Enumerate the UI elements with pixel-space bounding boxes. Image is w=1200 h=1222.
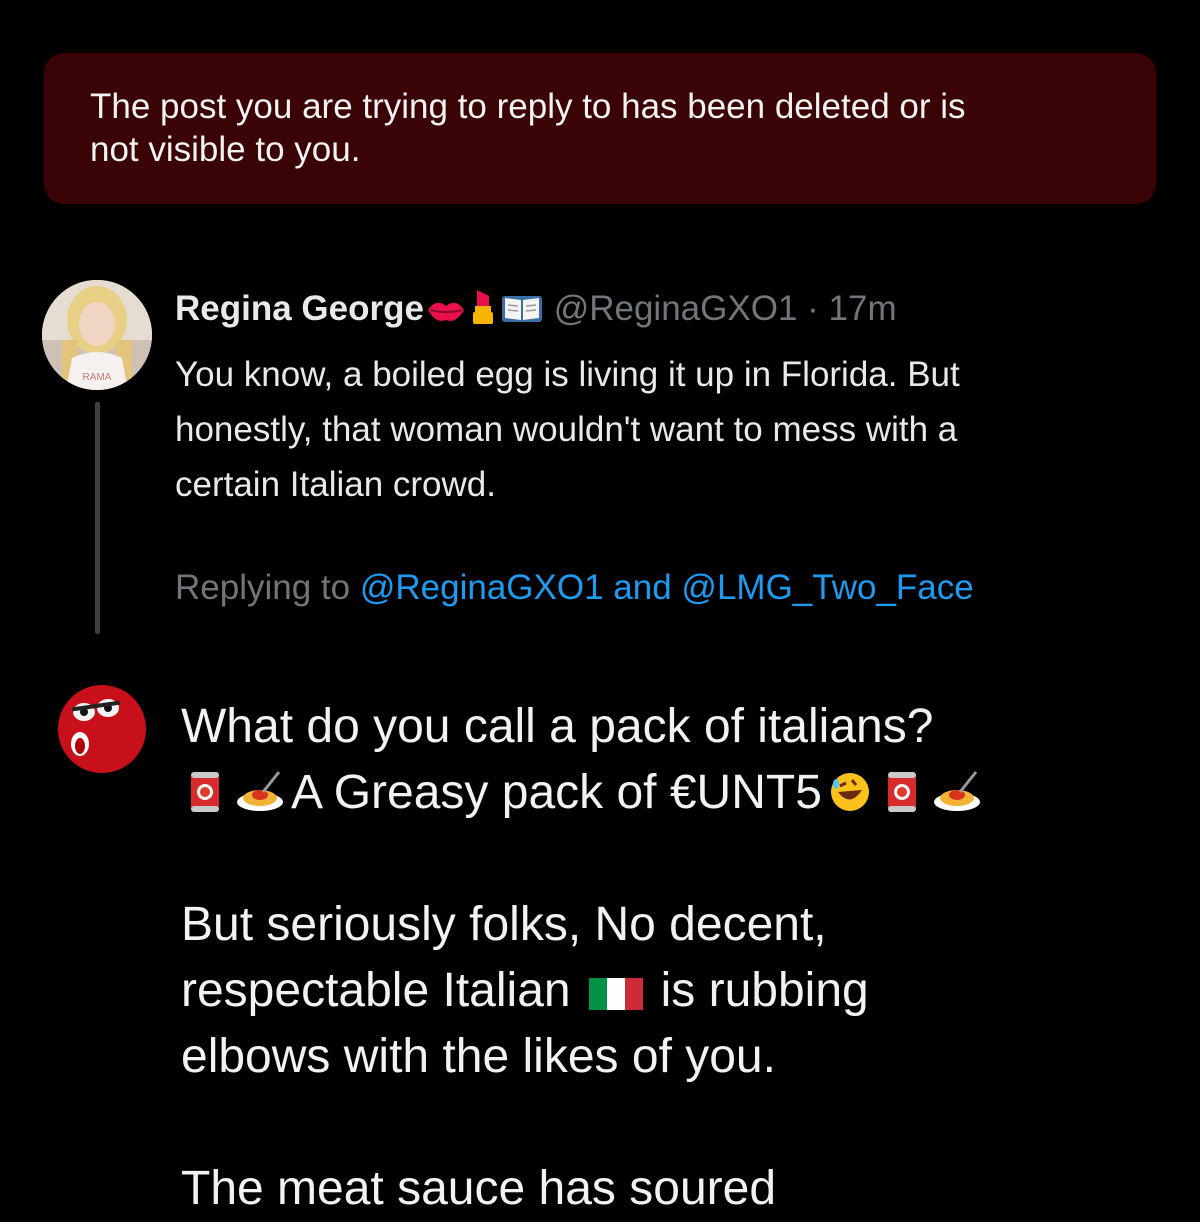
canned-food-icon bbox=[884, 766, 920, 832]
post-header: Regina George @ReginaGXO1 · 17m bbox=[175, 286, 1165, 337]
rolling-laughing-icon bbox=[828, 766, 872, 832]
user-avatar[interactable] bbox=[50, 674, 150, 774]
reply-line-2: A Greasy pack of €UNT5 bbox=[181, 760, 1161, 826]
thread-line bbox=[95, 402, 100, 634]
parent-post-body: Regina George @ReginaGXO1 · 17m You know… bbox=[175, 286, 1165, 610]
error-message: The post you are trying to reply to has … bbox=[90, 85, 1110, 171]
post-text-line: honestly, that woman wouldn't want to me… bbox=[175, 410, 958, 449]
error-banner: The post you are trying to reply to has … bbox=[44, 53, 1156, 204]
regina-avatar[interactable]: RAMA bbox=[42, 280, 152, 390]
post-text-line: certain Italian crowd. bbox=[175, 465, 496, 504]
replying-label: Replying to bbox=[175, 568, 351, 607]
post-text-line: You know, a boiled egg is living it up i… bbox=[175, 355, 960, 394]
mention-link-regina[interactable]: @ReginaGXO1 bbox=[360, 568, 604, 607]
separator-dot: · bbox=[807, 289, 819, 328]
regina-avatar-image: RAMA bbox=[42, 280, 152, 390]
reply-line-4b: is rubbing bbox=[660, 964, 869, 1017]
reply-line-4a: respectable Italian bbox=[181, 964, 571, 1017]
canned-food-icon bbox=[187, 766, 223, 832]
error-message-line-2: not visible to you. bbox=[90, 130, 361, 169]
reply-line-5: elbows with the likes of you. bbox=[181, 1030, 776, 1083]
reply-blank-line bbox=[181, 826, 1161, 892]
reply-text-field[interactable]: What do you call a pack of italians? A G… bbox=[181, 694, 1161, 1222]
avatar-shirt-text: RAMA bbox=[83, 372, 112, 383]
reply-line-1: What do you call a pack of italians? bbox=[181, 700, 934, 753]
balaclava-avatar-image bbox=[50, 674, 150, 774]
lipstick-icon bbox=[468, 286, 498, 337]
reply-line-6: The meat sauce has soured bbox=[181, 1162, 777, 1215]
kiss-mark-icon bbox=[426, 293, 466, 337]
user-handle[interactable]: @ReginaGXO1 bbox=[554, 289, 798, 328]
spaghetti-icon bbox=[932, 766, 982, 832]
italy-flag-icon bbox=[588, 964, 643, 1030]
reply-line-4: respectable Italian is rubbing bbox=[181, 958, 1161, 1024]
post-timestamp[interactable]: 17m bbox=[829, 289, 897, 328]
reply-line-2-text: A Greasy pack of €UNT5 bbox=[291, 766, 822, 819]
mention-joiner[interactable]: and bbox=[613, 568, 671, 607]
error-message-line-1: The post you are trying to reply to has … bbox=[90, 87, 966, 126]
mention-link-lmg[interactable]: @LMG_Two_Face bbox=[681, 568, 973, 607]
post-text: You know, a boiled egg is living it up i… bbox=[175, 347, 1165, 512]
reply-blank-line bbox=[181, 1090, 1161, 1156]
reply-line-3: But seriously folks, No decent, bbox=[181, 898, 827, 951]
display-name[interactable]: Regina George bbox=[175, 289, 424, 328]
replying-to: Replying to @ReginaGXO1 and @LMG_Two_Fac… bbox=[175, 566, 1165, 610]
spaghetti-icon bbox=[235, 766, 285, 832]
open-book-icon bbox=[500, 292, 544, 337]
